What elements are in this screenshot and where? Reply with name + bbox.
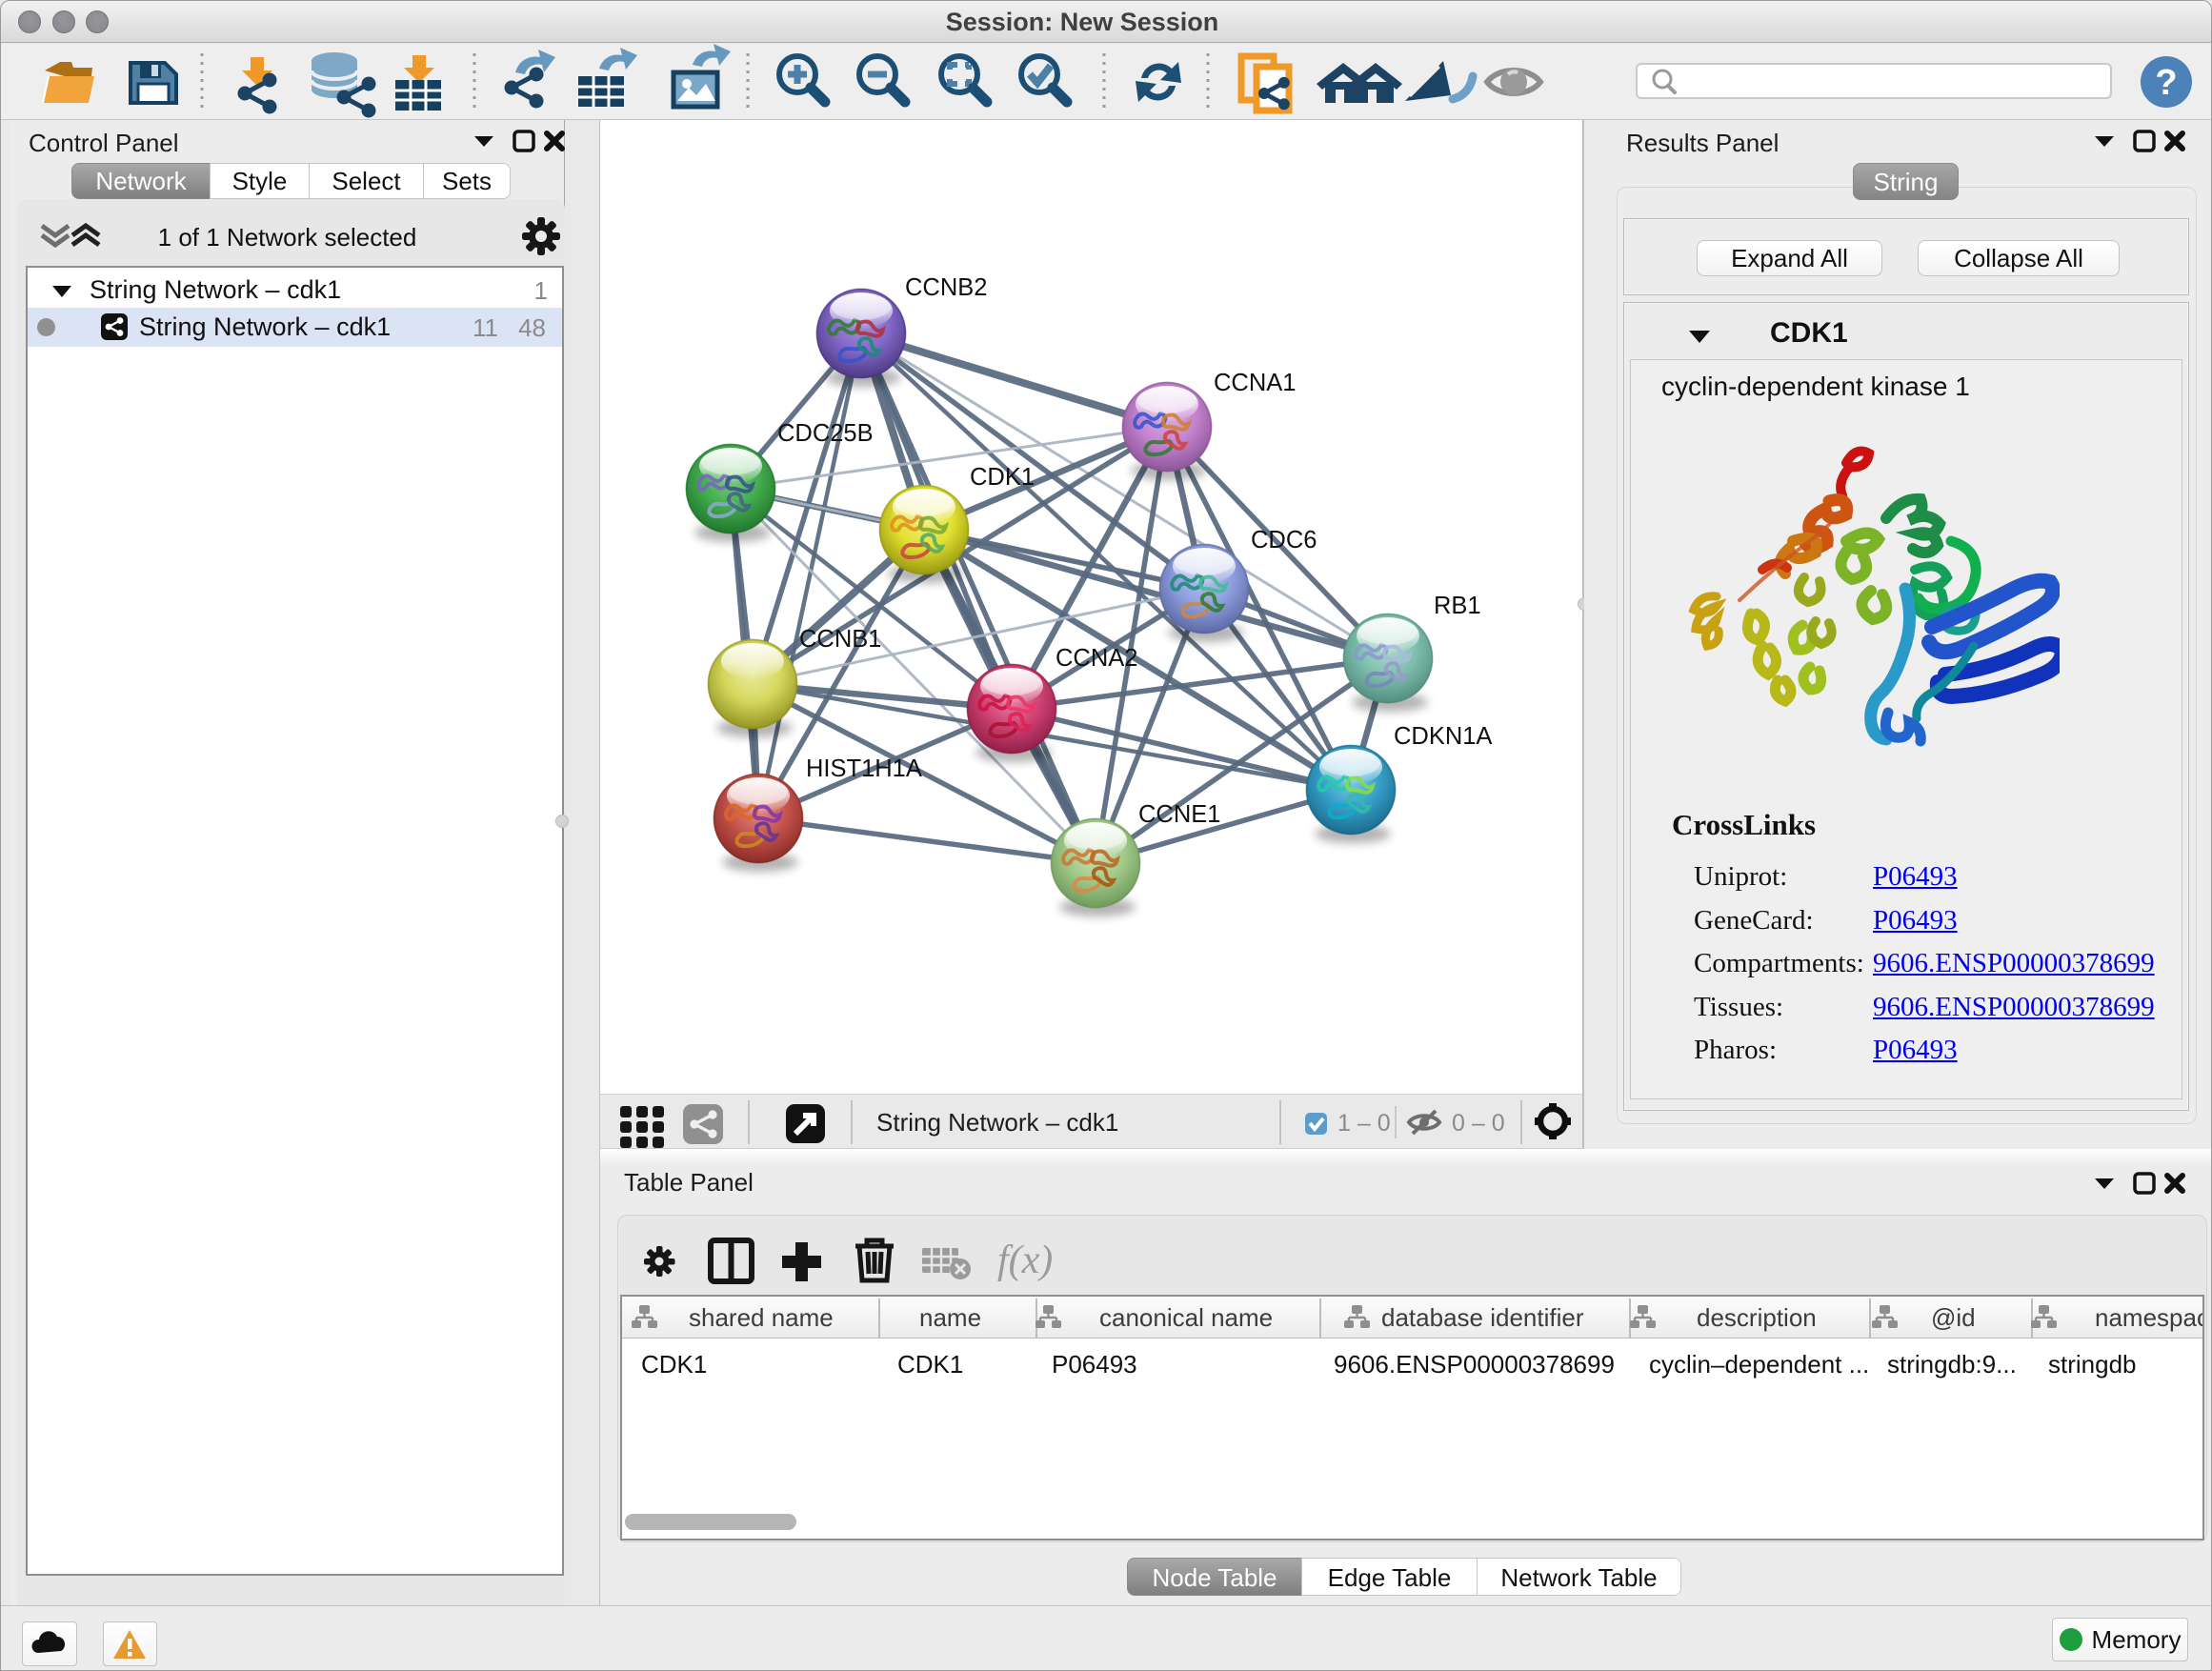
svg-text:CCNB1: CCNB1 — [799, 626, 881, 653]
svg-text:CCNB2: CCNB2 — [905, 274, 987, 301]
svg-text:1 – 0: 1 – 0 — [1337, 1110, 1391, 1137]
svg-text:CDK1: CDK1 — [897, 1350, 963, 1379]
svg-text:String Network – cdk1: String Network – cdk1 — [876, 1108, 1118, 1137]
svg-text:CDC6: CDC6 — [1251, 527, 1317, 554]
svg-text:0 – 0: 0 – 0 — [1452, 1110, 1505, 1137]
svg-text:shared name: shared name — [689, 1303, 834, 1332]
svg-text:database identifier: database identifier — [1381, 1303, 1584, 1332]
svg-text:namespac: namespac — [2095, 1303, 2202, 1332]
svg-text:f(x): f(x) — [997, 1238, 1053, 1282]
svg-text:name: name — [919, 1303, 981, 1332]
svg-text:cyclin–dependent ...: cyclin–dependent ... — [1649, 1350, 1869, 1379]
svg-text:CDKN1A: CDKN1A — [1394, 723, 1492, 750]
svg-text:9606.ENSP00000378699: 9606.ENSP00000378699 — [1334, 1350, 1615, 1379]
svg-text:stringdb:9...: stringdb:9... — [1887, 1350, 2017, 1379]
svg-text:CCNE1: CCNE1 — [1138, 801, 1220, 828]
svg-text:canonical name: canonical name — [1099, 1303, 1273, 1332]
svg-text:@id: @id — [1931, 1303, 1976, 1332]
svg-text:CDK1: CDK1 — [641, 1350, 707, 1379]
svg-text:HIST1H1A: HIST1H1A — [806, 755, 922, 782]
svg-text:CDC25B: CDC25B — [777, 420, 874, 447]
svg-text:CCNA1: CCNA1 — [1214, 370, 1296, 396]
svg-text:CCNA2: CCNA2 — [1056, 645, 1137, 672]
svg-text:?: ? — [2155, 63, 2177, 103]
svg-text:RB1: RB1 — [1434, 593, 1481, 619]
svg-text:P06493: P06493 — [1052, 1350, 1137, 1379]
svg-text:description: description — [1697, 1303, 1817, 1332]
svg-text:CDK1: CDK1 — [970, 464, 1035, 491]
svg-text:stringdb: stringdb — [2048, 1350, 2137, 1379]
